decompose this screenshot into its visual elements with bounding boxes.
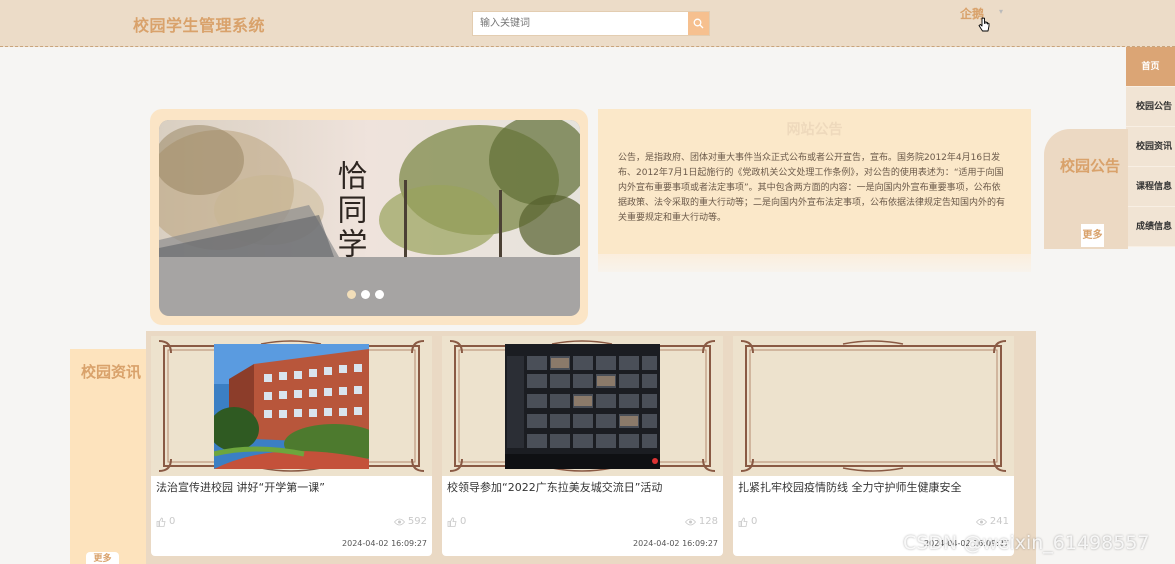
card-body: 校领导参加“2022广东拉美友城交流日”活动 0 128 2024-04-02 … [442,476,723,556]
notice-panel-shadow [598,254,1031,272]
search-box [472,11,710,36]
view-count: 241 [975,516,1009,527]
view-value: 128 [698,516,718,527]
notice-text: 公告，是指政府、团体对重大事件当众正式公布或者公开宣告，宣布。国务院2012年4… [618,153,1006,223]
news-card[interactable]: 扎紧扎牢校园疫情防线 全力守护师生健康安全 0 241 2024-04-02 1… [733,336,1014,556]
like-count[interactable]: 0 [156,516,175,527]
search-button[interactable] [688,12,709,35]
news-title[interactable]: 法治宣传进校园 讲好“开学第一课” [156,479,428,495]
thumbs-up-icon [447,517,457,527]
news-side-title: 校园资讯 [81,363,142,381]
notice-panel: 网站公告 公告，是指政府、团体对重大事件当众正式公布或者公开宣告，宣布。国务院2… [598,109,1031,254]
search-icon [693,18,704,29]
card-body: 法治宣传进校园 讲好“开学第一课” 0 592 2024-04-02 16:09… [151,476,432,556]
banner-calligraphy: 恰同学少 [332,160,368,257]
news-photo [214,344,369,469]
card-frame [442,336,723,476]
eye-icon [975,518,987,525]
top-header: 校园学生管理系统 企鹅 ▾ [0,0,1175,47]
site-logo[interactable]: 校园学生管理系统 [133,12,265,36]
card-frame [733,336,1014,476]
carousel-dot[interactable] [361,290,370,299]
nav-item-courses[interactable]: 课程信息 [1126,167,1175,207]
search-input[interactable] [473,12,689,35]
chevron-down-icon[interactable]: ▾ [999,7,1003,16]
view-value: 592 [407,516,427,527]
nav-item-notice[interactable]: 校园公告 [1126,87,1175,127]
eye-icon [393,518,405,525]
news-side-tab: 校园资讯 更多 [70,349,146,564]
notice-side-title: 校园公告 [1060,157,1121,175]
notice-more-button[interactable]: 更多 [1081,224,1104,247]
watermark: CSDN @weixin_61498557 [903,532,1150,554]
news-title[interactable]: 扎紧扎牢校园疫情防线 全力守护师生健康安全 [738,479,1010,495]
ornate-frame [740,340,1007,472]
like-count[interactable]: 0 [447,516,466,527]
news-title[interactable]: 校领导参加“2022广东拉美友城交流日”活动 [447,479,719,495]
thumbs-up-icon [156,517,166,527]
notice-title: 网站公告 [786,122,843,138]
like-count[interactable]: 0 [738,516,757,527]
right-nav: 首页 校园公告 校园资讯 课程信息 成绩信息 [1126,47,1175,247]
thumbs-up-icon [738,517,748,527]
like-value: 0 [169,516,176,527]
notice-side-tab: 校园公告 更多 [1044,129,1128,249]
nav-item-news[interactable]: 校园资讯 [1126,127,1175,167]
news-more-button[interactable]: 更多 [86,552,119,564]
view-count: 592 [393,516,427,527]
carousel-dot[interactable] [375,290,384,299]
news-date: 2024-04-02 16:09:27 [633,539,718,548]
nav-item-grades[interactable]: 成绩信息 [1126,207,1175,247]
carousel-dot[interactable] [347,290,356,299]
like-value: 0 [751,516,758,527]
card-frame [151,336,432,476]
view-count: 128 [684,516,718,527]
news-date: 2024-04-02 16:09:27 [342,539,427,548]
banner-carousel[interactable]: 恰同学少 [159,120,580,316]
nav-item-home[interactable]: 首页 [1126,47,1175,87]
news-photo [505,344,660,469]
banner-image: 恰同学少 [159,120,580,257]
eye-icon [684,518,696,525]
news-card[interactable]: 校领导参加“2022广东拉美友城交流日”活动 0 128 2024-04-02 … [442,336,723,556]
view-value: 241 [989,516,1009,527]
news-card[interactable]: 法治宣传进校园 讲好“开学第一课” 0 592 2024-04-02 16:09… [151,336,432,556]
like-value: 0 [460,516,467,527]
carousel-dots [347,290,384,299]
hand-cursor-icon [978,17,990,32]
